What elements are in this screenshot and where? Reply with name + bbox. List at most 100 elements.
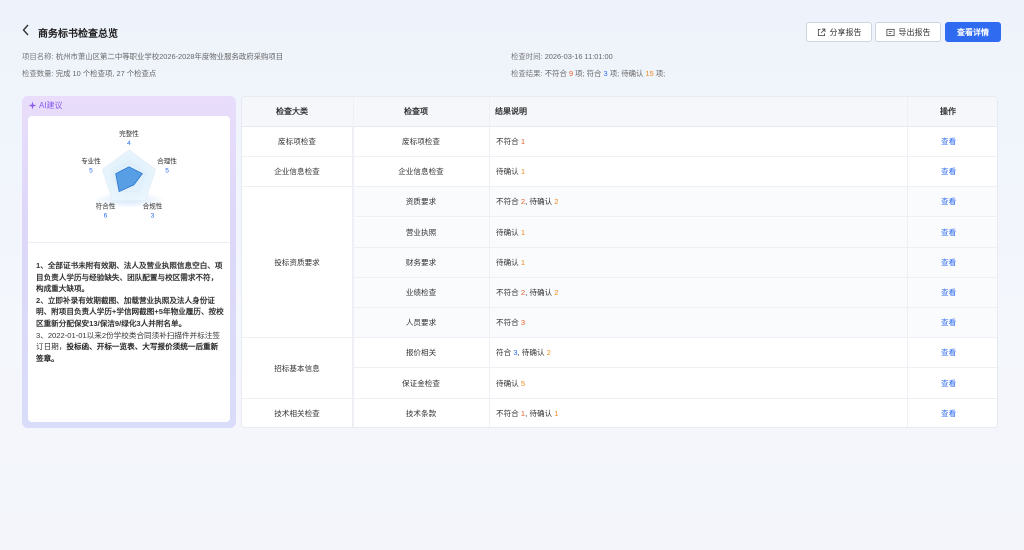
view-link[interactable]: 查看 xyxy=(941,248,956,278)
result-cell: 符合 3, 待确认 2 xyxy=(496,338,551,368)
result-text: 不符合 xyxy=(496,288,521,297)
result-pass-unit: 项; xyxy=(609,69,620,78)
radar-axis-label: 符合性 xyxy=(96,201,116,210)
result-text: , 待确认 xyxy=(525,408,555,418)
suggestion-2: 2、立即补录有效期截图、加载营业执照及法人身份证明、附项目负责人学历+学信网截图… xyxy=(36,295,224,328)
radar-axis-label: 合理性 xyxy=(157,157,177,166)
column-divider xyxy=(353,97,354,427)
export-report-button[interactable]: 导出报告 xyxy=(875,22,941,42)
view-link[interactable]: 查看 xyxy=(941,157,956,187)
radar-axis-score: 4 xyxy=(127,140,131,147)
category-cell: 招标基本信息 xyxy=(242,338,353,399)
result-fail-count: 9 xyxy=(568,69,574,78)
radar-axis-score: 3 xyxy=(151,212,155,219)
back-chevron-icon[interactable] xyxy=(22,24,32,38)
category-cell: 技术相关检查 xyxy=(242,398,353,427)
result-text: , 待确认 xyxy=(517,348,547,358)
view-link[interactable]: 查看 xyxy=(941,338,956,368)
radar-axis-score: 5 xyxy=(165,168,169,175)
view-link[interactable]: 查看 xyxy=(941,308,956,338)
export-icon xyxy=(885,28,895,36)
category-cell: 废标项检查 xyxy=(242,127,353,158)
result-count: 2 xyxy=(554,197,559,207)
table-row: 废标项检查 不符合 1 查看 xyxy=(353,127,997,157)
result-pending-unit: 项; xyxy=(655,69,666,78)
result-count: 2 xyxy=(554,288,559,297)
check-count-label: 检查数量: xyxy=(22,69,54,78)
result-text: 待确认 xyxy=(496,167,521,177)
check-result-table: 检查大类 检查项 结果说明 操作 废标项检查企业信息检查投标资质要求 招标基本信息… xyxy=(241,96,998,428)
check-result-label: 检查结果: xyxy=(511,69,543,78)
check-item-cell: 企业信息检查 xyxy=(398,167,444,177)
page-title: 商务标书检查总览 xyxy=(38,29,118,40)
project-name-line: 项目名称: 杭州市萧山区第二中等职业学校2026-2028年度物业服务政府采购项… xyxy=(22,51,283,62)
result-text: 符合 xyxy=(496,348,514,358)
result-cell: 待确认 1 xyxy=(496,218,525,248)
radar-axis-label: 完整性 xyxy=(119,129,139,138)
check-item-cell: 人员要求 xyxy=(405,318,437,328)
suggestion-1: 1、全部证书未附有效期、法人及营业执照信息空白、项目负责人学历与经验缺失、团队配… xyxy=(36,261,223,294)
view-link[interactable]: 查看 xyxy=(941,399,956,427)
check-count-value: 完成 10 个检查项, 27 个检查点 xyxy=(55,69,157,78)
table-row: 技术条款 不符合 1, 待确认 1 查看 xyxy=(353,399,997,427)
suggestion-3: 3、2022-01-01以来2份学校类合同须补扫描件并标注签订日期，投标函、开标… xyxy=(36,330,224,365)
result-pass-count: 3 xyxy=(603,69,608,78)
table-row: 资质要求 不符合 2, 待确认 2 查看 xyxy=(353,187,997,218)
check-time-label: 检查时间: xyxy=(511,52,543,61)
result-text: 不符合 xyxy=(496,408,521,418)
check-item-cell: 业绩检查 xyxy=(405,288,437,297)
check-item-cell: 技术条款 xyxy=(405,408,437,418)
radar-axis-score: 5 xyxy=(89,168,93,175)
table-row: 业绩检查 不符合 2, 待确认 2 查看 xyxy=(353,278,997,308)
result-count: 1 xyxy=(520,167,526,177)
result-text: , 待确认 xyxy=(525,197,555,207)
view-link[interactable]: 查看 xyxy=(941,187,956,217)
view-link[interactable]: 查看 xyxy=(941,218,956,248)
sparkle-icon xyxy=(28,101,37,110)
share-report-label: 分享报告 xyxy=(829,27,862,37)
table-scrollbar[interactable] xyxy=(994,129,997,425)
view-link[interactable]: 查看 xyxy=(941,369,956,399)
export-report-label: 导出报告 xyxy=(898,27,931,37)
table-row: 财务要求 待确认 1 查看 xyxy=(353,247,997,278)
table-row: 营业执照 待确认 1 查看 xyxy=(353,217,997,248)
table-header: 检查大类 检查项 结果说明 操作 xyxy=(242,97,997,127)
share-icon xyxy=(817,28,825,36)
result-pending-count: 15 xyxy=(645,69,654,78)
header-category: 检查大类 xyxy=(276,107,308,116)
table-row: 企业信息检查 待确认 1 查看 xyxy=(353,157,997,188)
radar-axis-score: 6 xyxy=(104,212,108,219)
result-fail-unit: 项; xyxy=(575,69,585,78)
result-cell: 不符合 2, 待确认 2 xyxy=(496,187,559,217)
page-header: 商务标书检查总览 分享报告 导出报告 查看详情 xyxy=(22,22,1002,44)
result-count: 1 xyxy=(520,227,526,237)
ai-suggestion-text: 1、全部证书未附有效期、法人及营业执照信息空白、项目负责人学历与经验缺失、团队配… xyxy=(36,260,224,364)
check-item-cell: 保证金检查 xyxy=(402,378,440,388)
header-action: 操作 xyxy=(940,107,956,116)
result-cell: 待确认 1 xyxy=(496,157,525,187)
project-name-value: 杭州市萧山区第二中等职业学校2026-2028年度物业服务政府采购项目 xyxy=(55,52,284,61)
result-cell: 不符合 2, 待确认 2 xyxy=(496,278,559,308)
result-pass-text: 符合 xyxy=(586,69,602,78)
result-count: 1 xyxy=(554,408,559,418)
result-count: 1 xyxy=(520,137,526,146)
radar-chart: 完整性 4 合理性 5 合规性 3 符合性 6 专业性 5 xyxy=(81,129,177,219)
result-count: 5 xyxy=(520,378,526,388)
radar-divider xyxy=(28,242,230,243)
check-item-cell: 资质要求 xyxy=(405,197,437,207)
result-text: 不符合 xyxy=(496,137,521,146)
view-link[interactable]: 查看 xyxy=(941,127,956,157)
check-item-cell: 报价相关 xyxy=(405,348,437,358)
radar-axis-label: 专业性 xyxy=(81,157,101,166)
check-count-line: 检查数量: 完成 10 个检查项, 27 个检查点 xyxy=(22,68,156,79)
header-result: 结果说明 xyxy=(495,107,527,116)
view-link[interactable]: 查看 xyxy=(941,278,956,308)
result-fail-text: 不符合 xyxy=(544,69,567,78)
project-name-label: 项目名称: xyxy=(22,52,54,61)
result-cell: 不符合 1, 待确认 1 xyxy=(496,399,559,427)
result-text: 待确认 xyxy=(496,227,521,237)
share-report-button[interactable]: 分享报告 xyxy=(806,22,872,42)
view-detail-button[interactable]: 查看详情 xyxy=(945,22,1001,42)
category-cell: 投标资质要求 xyxy=(242,187,353,339)
table-row: 保证金检查 待确认 5 查看 xyxy=(353,369,997,399)
